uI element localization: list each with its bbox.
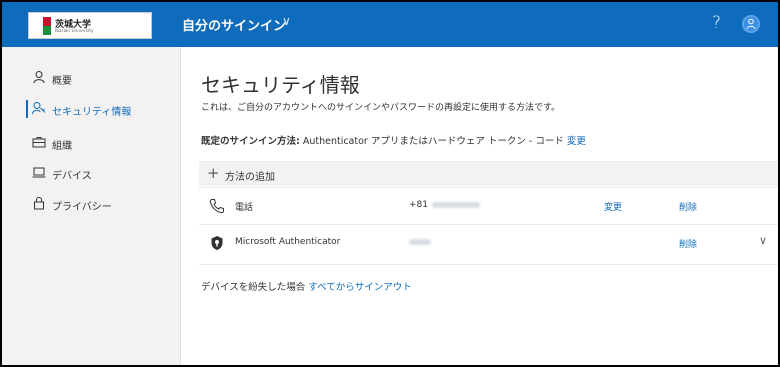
user-avatar-icon: [746, 18, 756, 30]
top-header: 茨城大学 Ibaraki University 自分のサインイン ∨ ?: [2, 2, 778, 47]
methods-list: + 方法の追加 電話 +81 変更 削除 Microsoft Authentic…: [199, 161, 778, 265]
delete-method-link[interactable]: 削除: [679, 200, 697, 213]
sidebar-item-label: 組織: [52, 141, 72, 152]
app-frame: 茨城大学 Ibaraki University 自分のサインイン ∨ ? 概要: [0, 0, 780, 367]
help-icon[interactable]: ?: [712, 13, 721, 33]
method-detail: +81: [409, 200, 480, 210]
change-method-link[interactable]: 変更: [604, 200, 622, 213]
redacted-phone: [432, 201, 480, 208]
security-info-icon: [32, 101, 46, 115]
sidebar-item-label: デバイス: [52, 171, 92, 182]
sidebar-item-label: 概要: [52, 76, 72, 87]
default-signin-method: 既定のサインイン方法: Authenticator アプリまたはハードウェア ト…: [201, 133, 586, 147]
method-name: 電話: [235, 203, 254, 213]
laptop-icon: [32, 165, 46, 179]
chevron-down-icon[interactable]: ∨: [282, 14, 291, 28]
sidebar-item-label: セキュリティ情報: [52, 107, 132, 118]
add-method-label: 方法の追加: [225, 172, 275, 183]
sidebar-item-privacy[interactable]: プライバシー: [2, 192, 180, 216]
method-detail: [409, 237, 431, 247]
method-row-phone: 電話 +81 変更 削除: [199, 187, 778, 224]
sidebar-item-overview[interactable]: 概要: [2, 66, 180, 90]
plus-icon: +: [207, 164, 220, 182]
org-subname: Ibaraki University: [55, 28, 94, 33]
org-flag-icon: [43, 17, 51, 35]
add-method-button[interactable]: + 方法の追加: [199, 162, 778, 186]
sidebar-item-security-info[interactable]: セキュリティ情報: [2, 97, 180, 121]
sign-out-everywhere-link[interactable]: すべてからサインアウト: [308, 282, 411, 293]
authenticator-icon: [209, 235, 225, 251]
page-description: これは、ご自分のアカウントへのサインインやパスワードの再設定に使用する方法です。: [201, 103, 561, 113]
sidebar: 概要 セキュリティ情報 組織 デバイス プライバシー: [2, 47, 181, 365]
sidebar-item-organization[interactable]: 組織: [2, 131, 180, 155]
main-content: セキュリティ情報 これは、ご自分のアカウントへのサインインやパスワードの再設定に…: [181, 47, 778, 365]
method-name: Microsoft Authenticator: [235, 237, 341, 247]
delete-method-link[interactable]: 削除: [679, 237, 697, 250]
active-indicator: [26, 100, 28, 118]
lock-icon: [32, 196, 46, 210]
sidebar-item-devices[interactable]: デバイス: [2, 161, 180, 185]
lost-device-line: デバイスを紛失した場合 すべてからサインアウト: [201, 279, 412, 293]
avatar[interactable]: [742, 15, 760, 33]
redacted-device: [409, 238, 431, 245]
default-method-label: 既定のサインイン方法:: [201, 136, 300, 147]
org-logo[interactable]: 茨城大学 Ibaraki University: [28, 12, 152, 39]
default-method-value: Authenticator アプリまたはハードウェア トークン - コード: [299, 136, 567, 147]
lost-device-text: デバイスを紛失した場合: [201, 282, 309, 293]
phone-prefix: +81: [409, 200, 428, 210]
person-icon: [32, 70, 46, 84]
sidebar-item-label: プライバシー: [52, 202, 112, 213]
method-row-authenticator: Microsoft Authenticator 削除 ∨: [199, 224, 778, 261]
change-default-link[interactable]: 変更: [567, 136, 586, 147]
briefcase-icon: [32, 135, 46, 149]
chevron-down-icon[interactable]: ∨: [759, 234, 767, 247]
page-title: セキュリティ情報: [201, 73, 360, 97]
app-title[interactable]: 自分のサインイン: [182, 15, 286, 34]
phone-icon: [209, 198, 225, 214]
